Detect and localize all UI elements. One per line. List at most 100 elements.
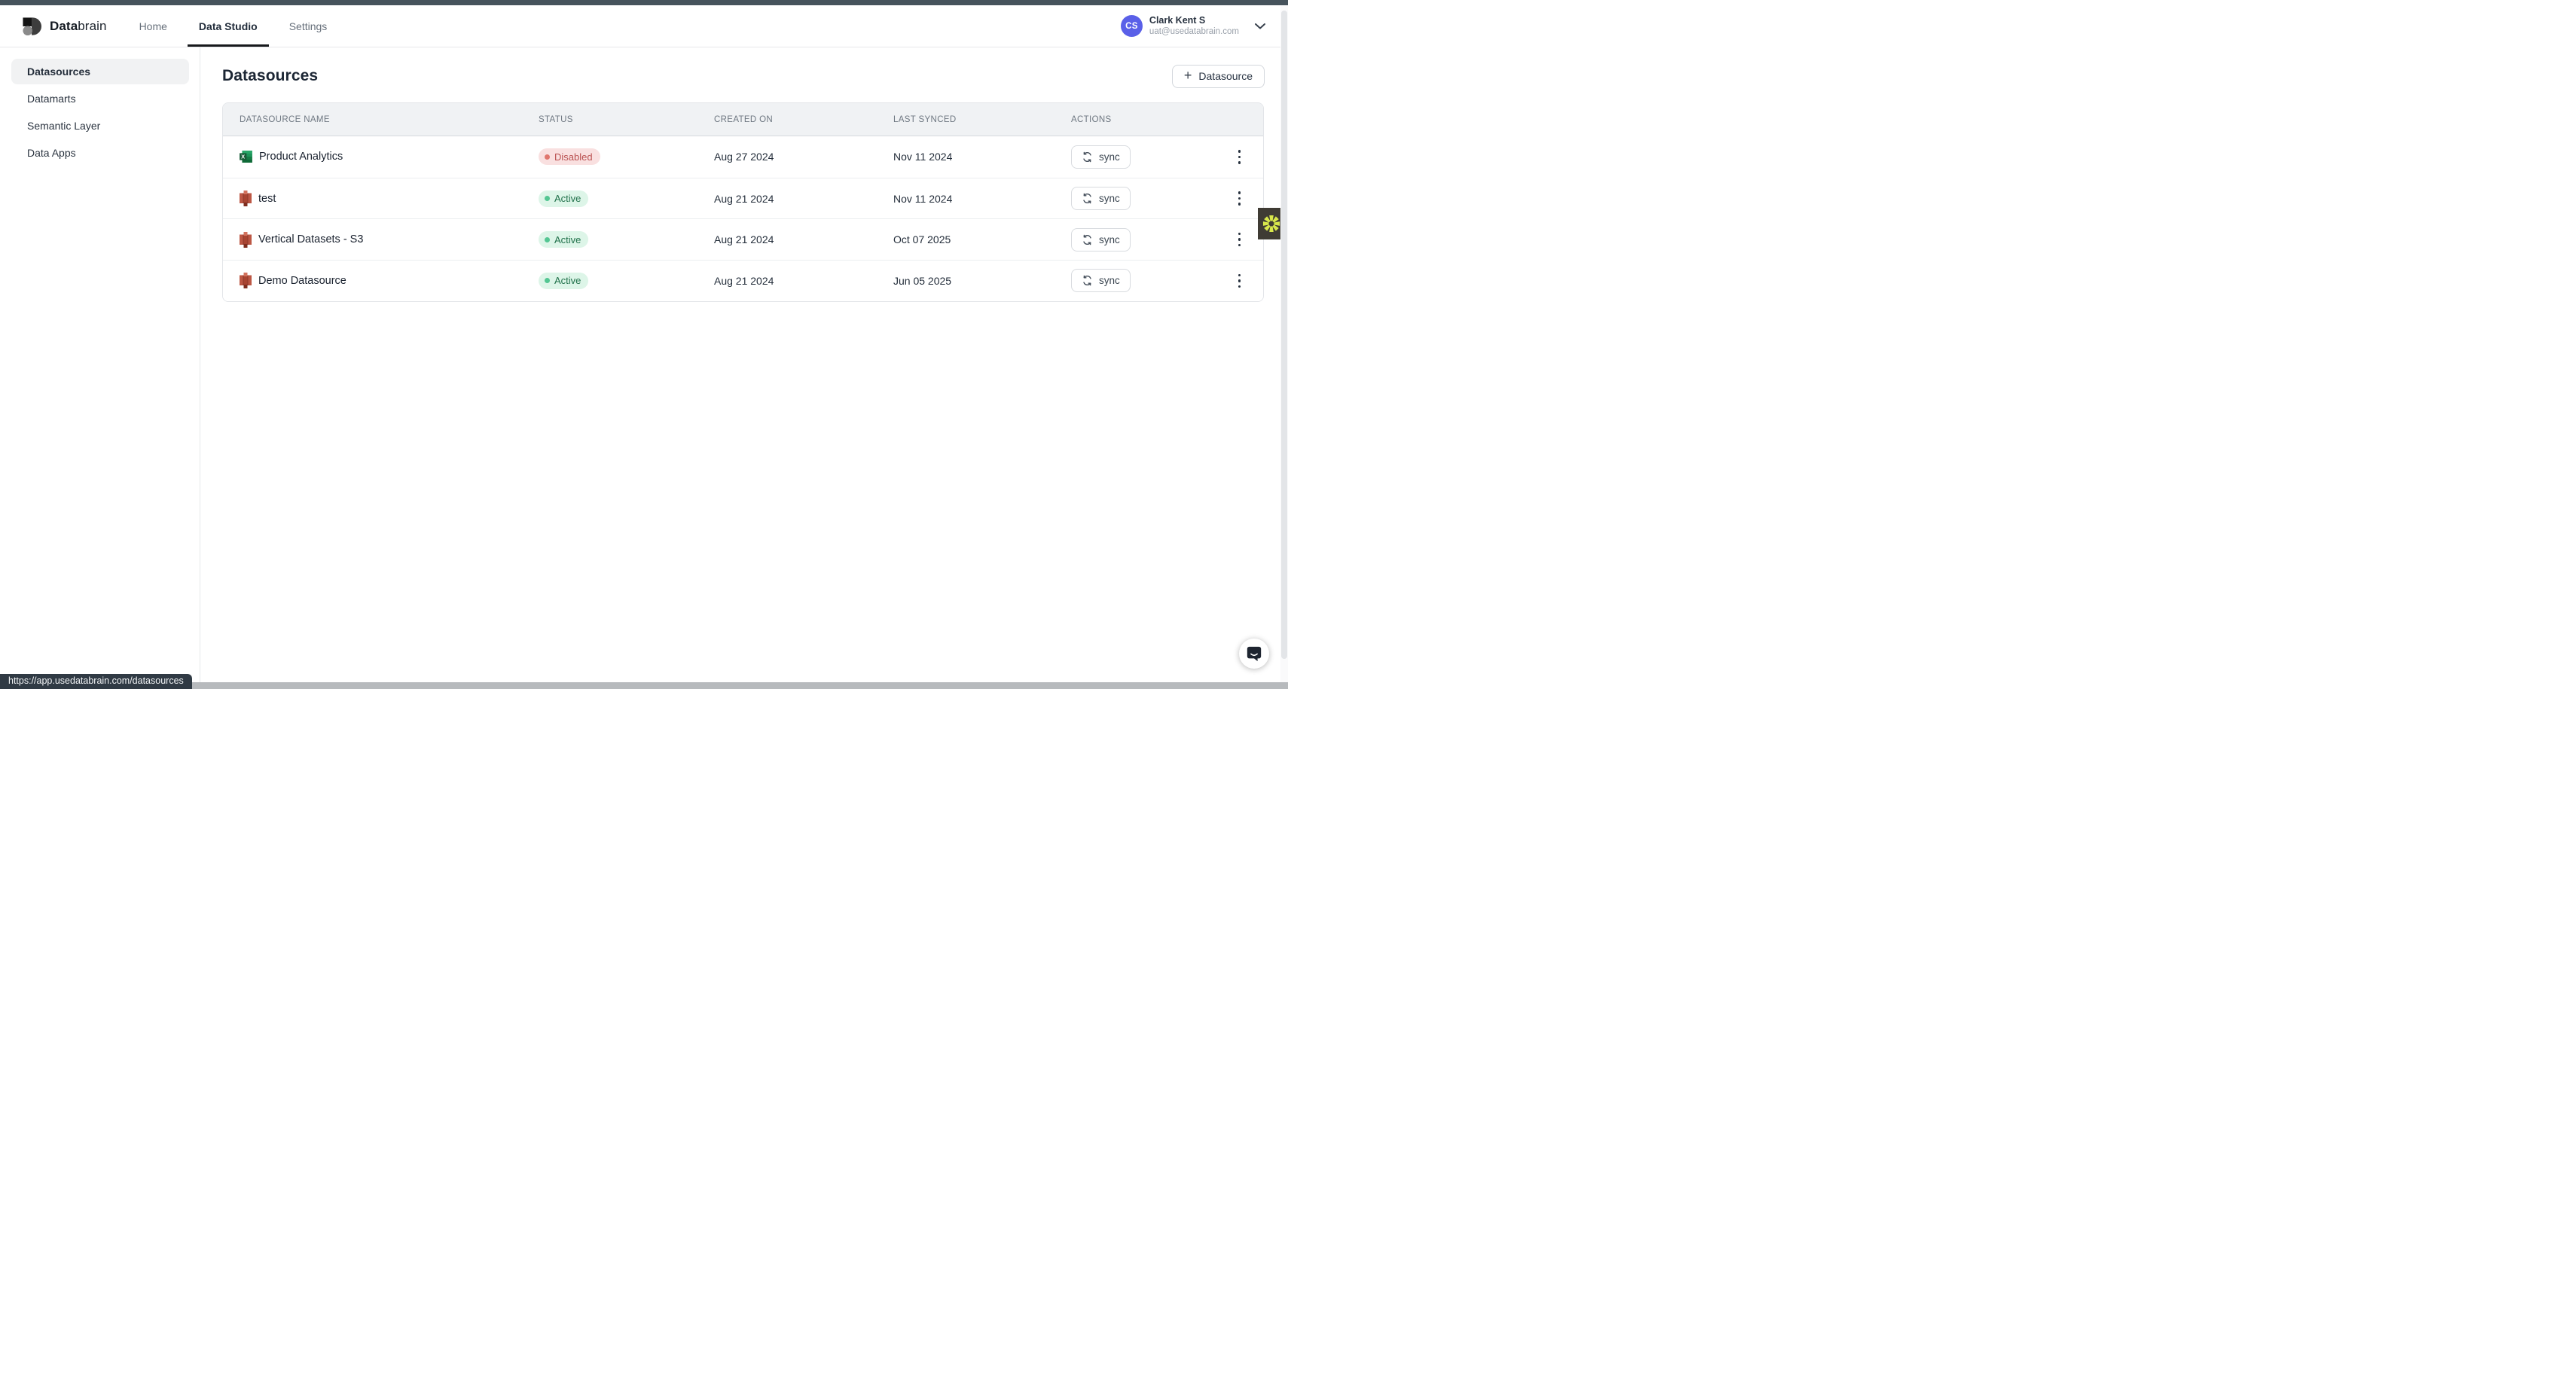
status-dot-icon: [545, 237, 550, 242]
add-datasource-label: Datasource: [1198, 70, 1253, 82]
status-label: Disabled: [554, 151, 593, 163]
databrain-app: Databrain Home Data Studio Settings CS C…: [0, 0, 1288, 689]
actions-cell: sync: [1071, 228, 1247, 252]
user-menu[interactable]: CS Clark Kent S uat@usedatabrain.com: [1121, 5, 1265, 47]
table-row: test Active Aug 21 2024 Nov 11 2024: [223, 178, 1263, 219]
user-text: Clark Kent S uat@usedatabrain.com: [1149, 15, 1239, 38]
status-cell: Active: [539, 273, 714, 289]
asterisk-icon: [1262, 214, 1281, 233]
status-badge: Active: [539, 191, 588, 207]
sidebar-item-semantic-layer[interactable]: Semantic Layer: [11, 113, 189, 139]
browser-status-url: https://app.usedatabrain.com/datasources: [0, 674, 192, 689]
sidebar-item-datamarts[interactable]: Datamarts: [11, 86, 189, 111]
datasource-name-cell: test: [240, 191, 539, 206]
last-synced-cell: Nov 11 2024: [893, 193, 1071, 205]
window-top-edge: [0, 0, 1288, 5]
sidebar-item-data-apps[interactable]: Data Apps: [11, 140, 189, 166]
status-badge: Active: [539, 231, 588, 248]
column-header-status: STATUS: [539, 115, 714, 124]
user-name: Clark Kent S: [1149, 15, 1239, 27]
status-dot-icon: [545, 278, 550, 283]
databrain-logo-icon: [22, 15, 42, 38]
sync-label: sync: [1099, 151, 1120, 163]
nav-tab-data-studio[interactable]: Data Studio: [183, 5, 273, 47]
redshift-icon: [240, 191, 252, 206]
excel-icon: X: [240, 151, 252, 163]
datasource-name[interactable]: Vertical Datasets - S3: [258, 233, 363, 245]
plus-icon: +: [1184, 69, 1192, 82]
status-cell: Active: [539, 191, 714, 207]
status-label: Active: [554, 193, 581, 204]
app-header: Databrain Home Data Studio Settings CS C…: [0, 5, 1288, 47]
table-row: Demo Datasource Active Aug 21 2024 Jun 0…: [223, 260, 1263, 301]
sidebar: Datasources Datamarts Semantic Layer Dat…: [0, 47, 200, 689]
scrollbar-thumb[interactable]: [1281, 11, 1287, 659]
column-header-synced: LAST SYNCED: [893, 115, 1071, 124]
brand-logo[interactable]: Databrain: [22, 5, 107, 47]
nav-tab-settings[interactable]: Settings: [273, 5, 343, 47]
row-menu-kebab-icon[interactable]: [1234, 271, 1246, 291]
datasource-name-cell: Demo Datasource: [240, 273, 539, 288]
actions-cell: sync: [1071, 269, 1247, 292]
window-bottom-edge: [0, 682, 1288, 689]
chat-bubble-icon: [1246, 645, 1262, 662]
datasources-table: DATASOURCE NAME STATUS CREATED ON LAST S…: [222, 102, 1264, 302]
last-synced-cell: Jun 05 2025: [893, 275, 1071, 287]
app-body: Datasources Datamarts Semantic Layer Dat…: [0, 47, 1288, 689]
sync-button[interactable]: sync: [1071, 145, 1131, 169]
main-content: Datasources + Datasource DATASOURCE NAME…: [200, 47, 1288, 689]
created-on-cell: Aug 27 2024: [714, 151, 893, 163]
refresh-icon: [1082, 151, 1093, 163]
refresh-icon: [1082, 275, 1093, 286]
refresh-icon: [1082, 193, 1093, 204]
actions-cell: sync: [1071, 187, 1247, 210]
sync-button[interactable]: sync: [1071, 228, 1131, 252]
actions-cell: sync: [1071, 145, 1247, 169]
sync-button[interactable]: sync: [1071, 269, 1131, 292]
main-nav: Home Data Studio Settings: [124, 5, 343, 47]
created-on-cell: Aug 21 2024: [714, 275, 893, 287]
redshift-icon: [240, 273, 252, 288]
status-cell: Active: [539, 231, 714, 248]
status-dot-icon: [545, 154, 550, 160]
sync-label: sync: [1099, 275, 1120, 286]
table-body: X Product Analytics Disabled Aug 27 2024…: [223, 136, 1263, 301]
column-header-actions: ACTIONS: [1071, 115, 1247, 124]
chevron-down-icon: [1255, 23, 1265, 29]
svg-text:X: X: [241, 154, 245, 160]
status-badge: Disabled: [539, 148, 600, 165]
last-synced-cell: Nov 11 2024: [893, 151, 1071, 163]
nav-tab-home[interactable]: Home: [124, 5, 183, 47]
datasource-name[interactable]: Product Analytics: [259, 151, 343, 163]
last-synced-cell: Oct 07 2025: [893, 233, 1071, 245]
brand-name: Databrain: [50, 19, 107, 34]
column-header-created: CREATED ON: [714, 115, 893, 124]
row-menu-kebab-icon[interactable]: [1234, 188, 1246, 209]
sync-button[interactable]: sync: [1071, 187, 1131, 210]
header-spacer: [343, 5, 1121, 47]
row-menu-kebab-icon[interactable]: [1234, 230, 1246, 250]
datasource-name-cell: X Product Analytics: [240, 151, 539, 163]
datasource-name[interactable]: test: [258, 193, 276, 205]
created-on-cell: Aug 21 2024: [714, 193, 893, 205]
page-scrollbar[interactable]: [1280, 5, 1288, 682]
status-badge: Active: [539, 273, 588, 289]
row-menu-kebab-icon[interactable]: [1234, 147, 1246, 167]
refresh-icon: [1082, 234, 1093, 245]
sidebar-item-datasources[interactable]: Datasources: [11, 59, 189, 84]
datasource-name[interactable]: Demo Datasource: [258, 275, 346, 287]
table-row: Vertical Datasets - S3 Active Aug 21 202…: [223, 218, 1263, 260]
column-header-name: DATASOURCE NAME: [240, 115, 539, 124]
sync-label: sync: [1099, 234, 1120, 245]
user-email: uat@usedatabrain.com: [1149, 26, 1239, 37]
datasource-name-cell: Vertical Datasets - S3: [240, 232, 539, 248]
status-cell: Disabled: [539, 148, 714, 165]
table-row: X Product Analytics Disabled Aug 27 2024…: [223, 136, 1263, 178]
status-label: Active: [554, 275, 581, 286]
status-label: Active: [554, 234, 581, 245]
title-row: Datasources + Datasource: [222, 65, 1265, 87]
chat-widget-button[interactable]: [1239, 639, 1269, 669]
page-title: Datasources: [222, 67, 318, 85]
status-dot-icon: [545, 196, 550, 201]
add-datasource-button[interactable]: + Datasource: [1172, 65, 1265, 88]
